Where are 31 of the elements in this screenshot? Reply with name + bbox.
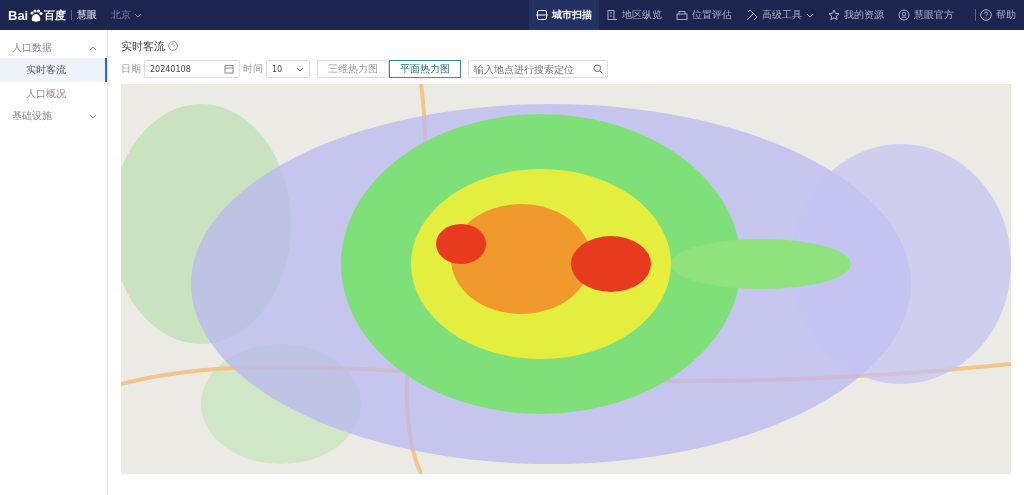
nav-tab[interactable]: 位置评估 xyxy=(669,0,739,30)
nav-tab[interactable]: 高级工具 xyxy=(739,0,821,30)
help-link[interactable]: 帮助 xyxy=(976,0,1024,30)
help-icon xyxy=(168,41,178,51)
user-icon xyxy=(898,9,910,21)
nav-tab[interactable]: 我的资源 xyxy=(821,0,891,30)
sidebar-item[interactable]: 人口概况 xyxy=(0,82,107,106)
date-field[interactable]: 20240108 xyxy=(144,60,240,78)
caret-icon xyxy=(134,12,143,18)
product-name: 慧眼 xyxy=(77,8,98,22)
sidebar-group[interactable]: 人口数据 xyxy=(0,38,107,58)
page-title: 实时客流 xyxy=(121,38,165,54)
nav-tab[interactable]: 城市扫描 xyxy=(529,0,599,30)
building-icon xyxy=(606,9,618,21)
caret-icon xyxy=(296,66,304,72)
caret-icon xyxy=(806,12,814,18)
time-label: 时间 xyxy=(243,62,263,76)
scan-icon xyxy=(536,9,548,21)
sidebar-group[interactable]: 基础设施 xyxy=(0,106,107,126)
star-icon xyxy=(828,9,840,21)
nav-tab[interactable]: 地区纵览 xyxy=(599,0,669,30)
help-icon xyxy=(980,9,992,21)
time-select[interactable]: 10 xyxy=(266,60,310,78)
nav-tab[interactable]: 慧眼官方 xyxy=(891,0,961,30)
mode-tab[interactable]: 平面热力图 xyxy=(389,60,461,78)
city-selector[interactable]: 北京 xyxy=(111,8,143,22)
baidu-logo[interactable]: Bai 百度 xyxy=(8,7,67,23)
date-label: 日期 xyxy=(121,62,141,76)
sidebar-item[interactable]: 实时客流 xyxy=(0,58,107,82)
search-field[interactable]: 输入地点进行搜索定位 xyxy=(468,60,608,78)
calendar-icon xyxy=(224,64,234,74)
